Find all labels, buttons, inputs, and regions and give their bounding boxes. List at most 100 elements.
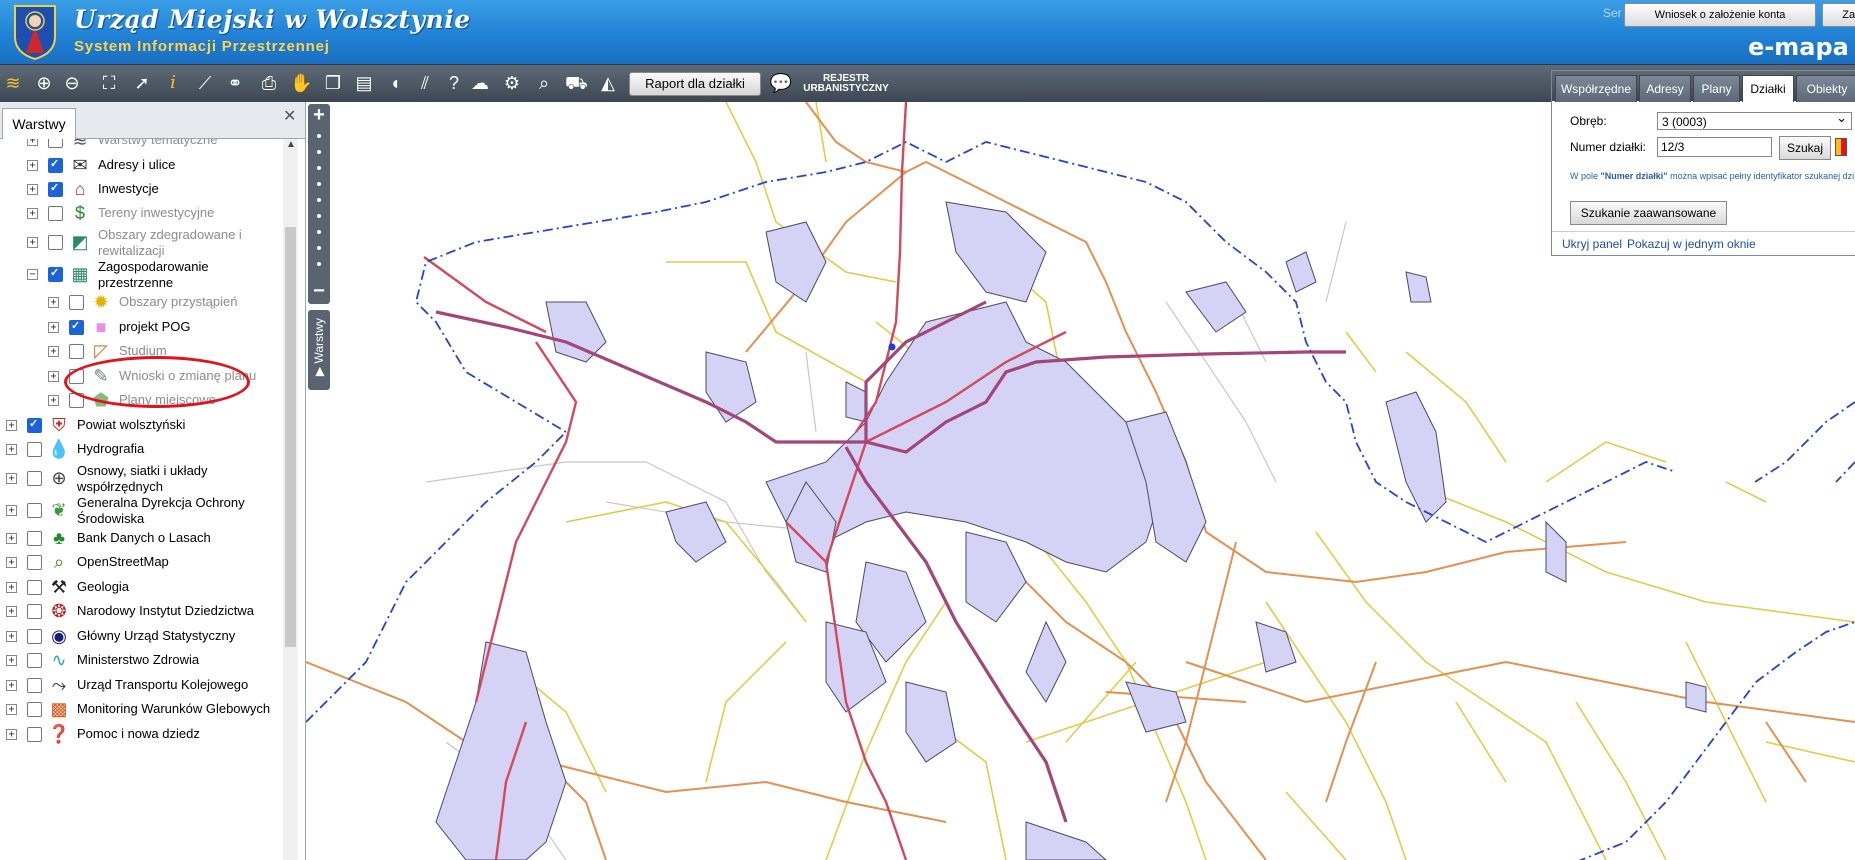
layer-row[interactable]: + ⚒ Geologia bbox=[0, 577, 283, 597]
layer-row[interactable]: + ▩ Monitoring Warunków Glebowych bbox=[0, 699, 283, 719]
zoom-out-icon[interactable]: ⊖ bbox=[61, 72, 83, 94]
layer-tree-scrollbar[interactable]: ▲ bbox=[283, 139, 298, 860]
layers-side-tab[interactable]: ▶ Warstwy bbox=[308, 310, 330, 390]
layer-checkbox[interactable] bbox=[48, 181, 63, 197]
expand-icon[interactable]: + bbox=[6, 582, 17, 593]
chat-icon[interactable]: 💬 bbox=[768, 72, 794, 94]
layout-icon[interactable]: ▤ bbox=[353, 72, 375, 94]
warning-icon[interactable]: ◭ bbox=[597, 72, 619, 94]
layer-row[interactable]: + ■ projekt POG bbox=[0, 317, 283, 337]
zoom-out-button[interactable]: − bbox=[308, 280, 330, 302]
layer-checkbox[interactable] bbox=[48, 157, 63, 173]
layer-checkbox[interactable] bbox=[48, 139, 63, 148]
expand-icon[interactable]: + bbox=[6, 606, 17, 617]
tab-obiekty[interactable]: Obiekty bbox=[1796, 75, 1855, 102]
tab-plany[interactable]: Plany bbox=[1693, 75, 1740, 102]
search-button[interactable]: Szukaj bbox=[1779, 136, 1831, 160]
layer-row[interactable]: + ⌕ OpenStreetMap bbox=[0, 552, 283, 572]
tab-dzialki[interactable]: Działki bbox=[1742, 75, 1794, 102]
collapse-icon[interactable]: − bbox=[27, 269, 38, 280]
layer-row[interactable]: − ▦ Zagospodarowanieprzestrzenne bbox=[0, 259, 283, 290]
layer-checkbox[interactable] bbox=[27, 727, 42, 742]
cart-icon[interactable]: ⛟ bbox=[565, 72, 588, 94]
layer-row[interactable]: + $ Tereny inwestycyjne bbox=[0, 203, 283, 223]
help-icon[interactable]: ? bbox=[443, 72, 465, 94]
zoom-in-button[interactable]: + bbox=[308, 104, 330, 126]
scroll-up-icon[interactable]: ▲ bbox=[286, 139, 296, 150]
expand-icon[interactable]: + bbox=[27, 160, 38, 171]
layer-row[interactable]: + ≋ Warstwy tematyczne bbox=[0, 139, 283, 150]
expand-icon[interactable]: + bbox=[6, 729, 17, 740]
expand-icon[interactable]: + bbox=[6, 680, 17, 691]
zoom-extent-icon[interactable]: ⛶ bbox=[98, 72, 120, 94]
expand-icon[interactable]: + bbox=[6, 557, 17, 568]
layer-checkbox[interactable] bbox=[48, 206, 63, 221]
zoom-level-dot[interactable] bbox=[317, 134, 321, 138]
zoom-level-dot[interactable] bbox=[317, 150, 321, 154]
expand-icon[interactable]: + bbox=[6, 704, 17, 715]
info-icon[interactable]: i bbox=[162, 72, 184, 94]
zoom-level-dot[interactable] bbox=[317, 214, 321, 218]
layer-checkbox[interactable] bbox=[27, 417, 42, 433]
layer-checkbox[interactable] bbox=[27, 580, 42, 595]
layer-checkbox[interactable] bbox=[27, 503, 42, 518]
layer-row[interactable]: + ✹ Obszary przystąpień bbox=[0, 292, 283, 312]
zoom-level-dot[interactable] bbox=[317, 262, 321, 266]
expand-icon[interactable]: + bbox=[6, 420, 17, 431]
comment-icon[interactable]: ◖ bbox=[384, 72, 406, 94]
layer-checkbox[interactable] bbox=[69, 319, 84, 335]
panel-close-icon[interactable]: ✕ bbox=[283, 106, 296, 126]
settings-icon[interactable]: ⚙ bbox=[501, 72, 523, 94]
layer-checkbox[interactable] bbox=[27, 442, 42, 457]
scroll-thumb[interactable] bbox=[285, 227, 296, 647]
hatch-icon[interactable]: ⫽ bbox=[414, 72, 436, 94]
layer-checkbox[interactable] bbox=[48, 235, 63, 250]
expand-icon[interactable]: + bbox=[48, 371, 59, 382]
color-swatch-icon[interactable] bbox=[1835, 138, 1847, 156]
expand-icon[interactable]: + bbox=[27, 184, 38, 195]
expand-icon[interactable]: + bbox=[6, 533, 17, 544]
login-button[interactable]: Zalo bbox=[1822, 3, 1855, 27]
expand-icon[interactable]: + bbox=[6, 444, 17, 455]
pan-icon[interactable]: ✋ bbox=[290, 72, 312, 94]
cloud-upload-icon[interactable]: ☁ bbox=[469, 72, 491, 94]
expand-icon[interactable]: + bbox=[48, 346, 59, 357]
layers-icon[interactable]: ≋ bbox=[2, 72, 24, 94]
layer-checkbox[interactable] bbox=[27, 629, 42, 644]
account-request-button[interactable]: Wniosek o założenie konta bbox=[1624, 3, 1816, 27]
layer-row[interactable]: + ⊕ Osnowy, siatki i układy współrzędnych bbox=[0, 463, 283, 494]
zoom-level-dot[interactable] bbox=[317, 182, 321, 186]
parcel-report-button[interactable]: Raport dla działki bbox=[629, 72, 761, 96]
expand-icon[interactable]: + bbox=[48, 395, 59, 406]
layer-checkbox[interactable] bbox=[27, 555, 42, 570]
link-icon[interactable]: ⚭ bbox=[224, 72, 246, 94]
expand-icon[interactable]: + bbox=[6, 505, 17, 516]
zoom-level-dot[interactable] bbox=[317, 198, 321, 202]
zoom-in-icon[interactable]: ⊕ bbox=[33, 72, 55, 94]
tab-adresy[interactable]: Adresy bbox=[1639, 75, 1691, 102]
layer-row[interactable]: + ❦ Generalna Dyrekcja Ochrony Środowiska bbox=[0, 495, 283, 526]
measure-icon[interactable]: ⟋ bbox=[194, 72, 216, 94]
layer-checkbox[interactable] bbox=[27, 702, 42, 717]
zoom-level-dot[interactable] bbox=[317, 166, 321, 170]
layer-row[interactable]: + ✉ Adresy i ulice bbox=[0, 155, 283, 175]
search-icon[interactable]: ⌕ bbox=[533, 72, 555, 94]
layer-checkbox[interactable] bbox=[27, 531, 42, 546]
layer-row[interactable]: + ♣ Bank Danych o Lasach bbox=[0, 528, 283, 548]
tab-wspolrzedne[interactable]: Współrzędne bbox=[1555, 75, 1637, 102]
zoom-bar[interactable]: + − bbox=[308, 104, 330, 304]
layer-checkbox[interactable] bbox=[27, 653, 42, 668]
tab-warstwy[interactable]: Warstwy bbox=[2, 108, 76, 139]
expand-icon[interactable]: + bbox=[27, 237, 38, 248]
layer-checkbox[interactable] bbox=[27, 604, 42, 619]
zoom-level-dot[interactable] bbox=[317, 230, 321, 234]
expand-icon[interactable]: + bbox=[6, 473, 17, 484]
copy-icon[interactable]: ❐ bbox=[322, 72, 344, 94]
print-icon[interactable]: ⎙ bbox=[258, 72, 280, 94]
one-window-link[interactable]: Pokazuj w jednym oknie bbox=[1627, 237, 1756, 251]
expand-icon[interactable]: + bbox=[6, 631, 17, 642]
layer-row[interactable]: + ◩ Obszary zdegradowane i rewitalizacji bbox=[0, 227, 283, 258]
layer-checkbox[interactable] bbox=[69, 344, 84, 359]
layer-row[interactable]: + ⤳ Urząd Transportu Kolejowego bbox=[0, 675, 283, 695]
zoom-level-dot[interactable] bbox=[317, 246, 321, 250]
